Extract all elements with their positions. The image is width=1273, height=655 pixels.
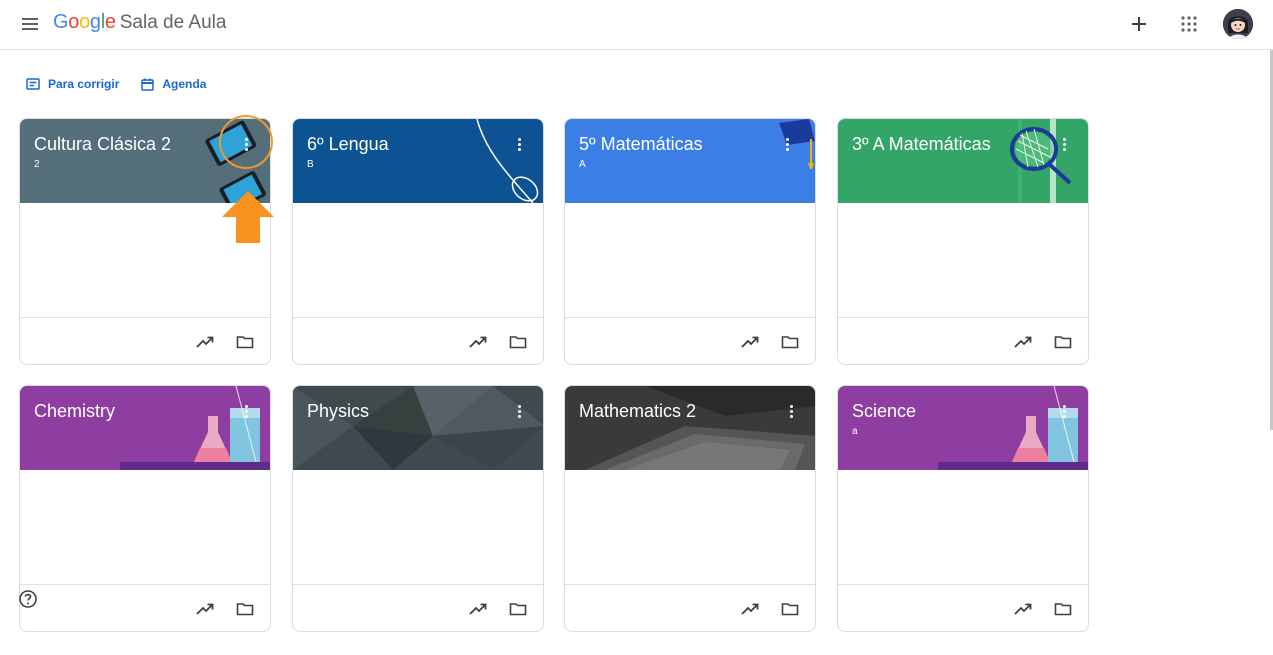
- class-card[interactable]: 3º A Matemáticas: [837, 118, 1089, 365]
- class-card-footer: [293, 317, 543, 364]
- class-title[interactable]: Chemistry: [34, 401, 115, 422]
- folder-icon[interactable]: [779, 331, 801, 353]
- class-card[interactable]: Chemistry: [19, 385, 271, 632]
- graduation-cap-illustration: [779, 119, 815, 169]
- class-card-footer: [293, 584, 543, 631]
- book-illustration: [585, 386, 815, 470]
- trending-up-icon[interactable]: [194, 331, 216, 353]
- class-card-header[interactable]: Science a: [838, 386, 1088, 470]
- calendar-icon: [141, 78, 155, 91]
- class-section: B: [307, 159, 314, 170]
- top-bar: Google Sala de Aula: [0, 0, 1273, 50]
- texture-illustration: [293, 386, 543, 470]
- folder-icon[interactable]: [1052, 331, 1074, 353]
- class-title[interactable]: 6º Lengua: [307, 134, 389, 155]
- folder-icon[interactable]: [234, 331, 256, 353]
- apps-grid-icon[interactable]: [1173, 8, 1205, 40]
- class-card-header[interactable]: Chemistry: [20, 386, 270, 470]
- product-name: Sala de Aula: [119, 12, 227, 33]
- class-card-footer: [838, 584, 1088, 631]
- class-section: a: [852, 426, 858, 437]
- assignment-icon: [26, 78, 40, 90]
- class-title[interactable]: Science: [852, 401, 916, 422]
- trending-up-icon[interactable]: [739, 331, 761, 353]
- class-title[interactable]: Cultura Clásica 2: [34, 134, 171, 155]
- to-review-link[interactable]: Para corrigir: [26, 77, 119, 91]
- trending-up-icon[interactable]: [194, 598, 216, 620]
- class-card-header[interactable]: 5º Matemáticas A: [565, 119, 815, 203]
- folder-icon[interactable]: [507, 331, 529, 353]
- class-title[interactable]: Physics: [307, 401, 369, 422]
- help-icon[interactable]: [18, 589, 38, 609]
- more-vert-icon[interactable]: [777, 133, 797, 155]
- class-card[interactable]: 6º Lengua B: [292, 118, 544, 365]
- avatar[interactable]: [1223, 9, 1253, 39]
- class-card[interactable]: Physics: [292, 385, 544, 632]
- trending-up-icon[interactable]: [1012, 598, 1034, 620]
- more-vert-icon[interactable]: [236, 400, 256, 422]
- class-title[interactable]: Mathematics 2: [579, 401, 696, 422]
- class-section: 2: [34, 159, 40, 170]
- folder-icon[interactable]: [234, 598, 256, 620]
- flask-illustration: [120, 386, 270, 470]
- class-card-header[interactable]: 6º Lengua B: [293, 119, 543, 203]
- class-card-footer: [838, 317, 1088, 364]
- trending-up-icon[interactable]: [1012, 331, 1034, 353]
- flask-illustration: [938, 386, 1088, 470]
- trending-up-icon[interactable]: [467, 331, 489, 353]
- class-card[interactable]: 5º Matemáticas A: [564, 118, 816, 365]
- more-vert-icon[interactable]: [1054, 400, 1074, 422]
- class-card-header[interactable]: 3º A Matemáticas: [838, 119, 1088, 203]
- class-card-footer: [565, 584, 815, 631]
- sub-navigation: Para corrigir Agenda: [26, 74, 206, 94]
- class-card-footer: [565, 317, 815, 364]
- calendar-link[interactable]: Agenda: [141, 77, 206, 91]
- to-review-label: Para corrigir: [48, 77, 120, 91]
- class-section: A: [579, 159, 586, 170]
- top-actions: [1123, 8, 1253, 40]
- folder-icon[interactable]: [507, 598, 529, 620]
- plus-icon[interactable]: [1123, 8, 1155, 40]
- folder-icon[interactable]: [1052, 598, 1074, 620]
- class-title[interactable]: 3º A Matemáticas: [852, 134, 991, 155]
- arrow-up-icon: [222, 191, 274, 243]
- app-brand[interactable]: Google Sala de Aula: [53, 11, 226, 37]
- trending-up-icon[interactable]: [739, 598, 761, 620]
- more-vert-icon[interactable]: [509, 400, 529, 422]
- class-card[interactable]: Mathematics 2: [564, 385, 816, 632]
- highlight-circle: [219, 115, 273, 169]
- trending-up-icon[interactable]: [467, 598, 489, 620]
- class-card[interactable]: Science a: [837, 385, 1089, 632]
- class-card-header[interactable]: Physics: [293, 386, 543, 470]
- tennis-racket-illustration: [1010, 119, 1072, 203]
- main-menu-icon[interactable]: [18, 12, 42, 36]
- class-card-footer: [20, 584, 270, 631]
- classroom-page: Google Sala de Aula Para corrigir Agenda…: [0, 0, 1273, 655]
- class-card-header[interactable]: Mathematics 2: [565, 386, 815, 470]
- calendar-label: Agenda: [162, 77, 207, 91]
- more-vert-icon[interactable]: [781, 400, 801, 422]
- more-vert-icon[interactable]: [509, 133, 529, 155]
- more-vert-icon[interactable]: [1054, 133, 1074, 155]
- folder-icon[interactable]: [779, 598, 801, 620]
- google-logo: Google: [53, 11, 116, 33]
- class-card-footer: [20, 317, 270, 364]
- lines-illustration: [476, 119, 539, 203]
- class-title[interactable]: 5º Matemáticas: [579, 134, 703, 155]
